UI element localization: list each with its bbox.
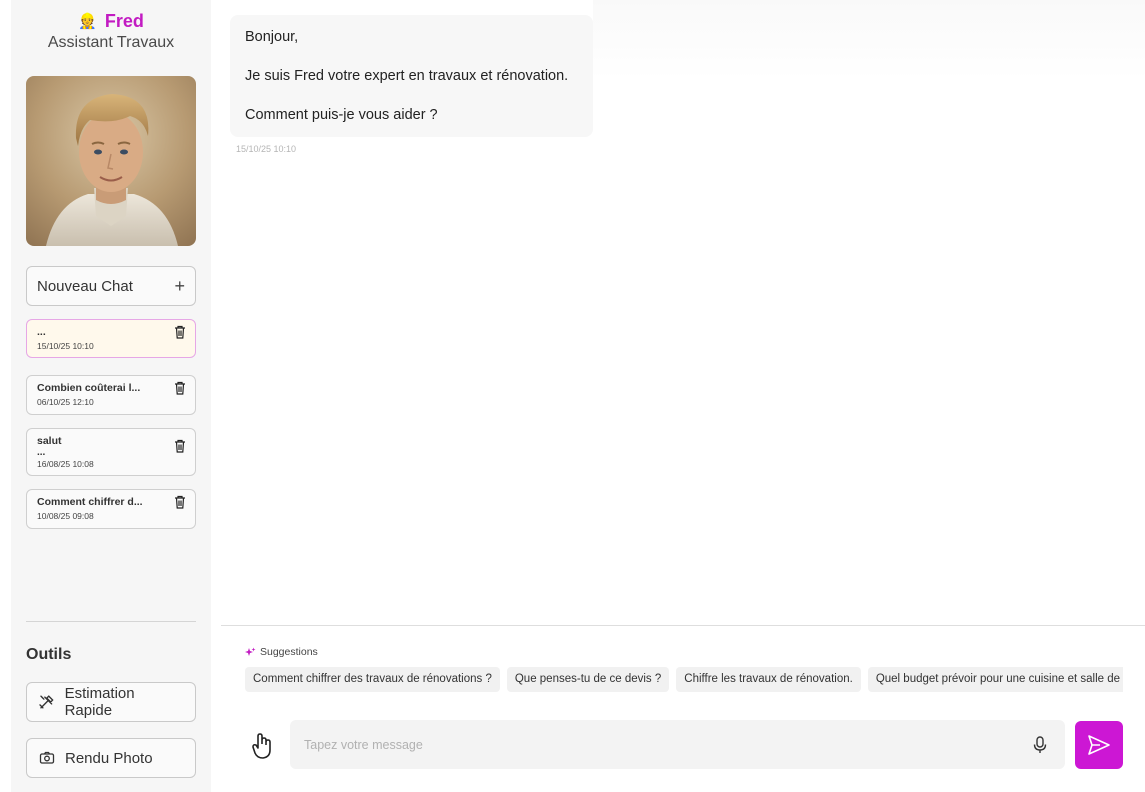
sparkle-icon <box>245 647 256 656</box>
message-timestamp: 15/10/25 10:10 <box>236 144 297 154</box>
message-input-box <box>290 720 1065 769</box>
chat-preview: ... <box>37 447 46 458</box>
rendu-photo-button[interactable]: Rendu Photo <box>26 738 196 778</box>
chat-title: ... <box>37 326 46 338</box>
brand: 👷 Fred Assistant Travaux <box>11 10 211 52</box>
new-chat-label: Nouveau Chat <box>37 277 133 295</box>
plus-icon: + <box>174 276 185 296</box>
chat-main: Bonjour, Je suis Fred votre expert en tr… <box>221 0 1145 792</box>
estimation-rapide-button[interactable]: Estimation Rapide <box>26 682 196 722</box>
camera-icon <box>39 751 55 764</box>
message-line: Je suis Fred votre expert en travaux et … <box>245 68 569 84</box>
chat-title: salut <box>37 435 62 447</box>
avatar <box>26 76 196 246</box>
brand-row: 👷 Fred <box>11 10 211 32</box>
trash-icon[interactable] <box>174 439 186 453</box>
suggestion-chip[interactable]: Chiffre les travaux de rénovation. <box>676 667 861 692</box>
worker-icon: 👷 <box>78 12 97 30</box>
chat-date: 15/10/25 10:10 <box>37 341 94 351</box>
header-shade <box>593 0 1145 80</box>
suggestion-chip[interactable]: Quel budget prévoir pour une cuisine et … <box>867 667 1123 692</box>
tool-label: Rendu Photo <box>65 749 153 767</box>
tools-heading: Outils <box>26 646 72 663</box>
chat-date: 16/08/25 10:08 <box>37 459 94 469</box>
sidebar-divider <box>26 621 196 622</box>
trash-icon[interactable] <box>174 381 186 395</box>
message-input[interactable] <box>304 720 1004 769</box>
new-chat-button[interactable]: Nouveau Chat + <box>26 266 196 306</box>
send-button[interactable] <box>1075 721 1123 769</box>
brand-subtitle: Assistant Travaux <box>47 34 175 51</box>
app: 👷 Fred Assistant Travaux Nouveau Chat + … <box>0 0 1145 792</box>
assistant-message: Bonjour, Je suis Fred votre expert en tr… <box>230 15 593 137</box>
chat-title: Combien coûterai l... <box>37 382 141 394</box>
microphone-icon[interactable] <box>1033 736 1047 754</box>
chat-date: 06/10/25 12:10 <box>37 397 94 407</box>
suggestions-header: Suggestions <box>245 646 318 658</box>
tool-label: Estimation Rapide <box>64 685 135 719</box>
send-icon <box>1088 735 1110 755</box>
suggestions-label: Suggestions <box>260 646 318 658</box>
tools-icon <box>39 695 54 709</box>
trash-icon[interactable] <box>174 325 186 339</box>
chat-title: Comment chiffrer d... <box>37 496 143 508</box>
message-line: Bonjour, <box>245 29 299 45</box>
composer-divider <box>221 625 1145 626</box>
brand-name: Fred <box>104 10 144 31</box>
suggestion-chip[interactable]: Que penses-tu de ce devis ? <box>506 667 670 692</box>
chat-history-item[interactable]: ... 15/10/25 10:10 <box>26 319 196 358</box>
sidebar: 👷 Fred Assistant Travaux Nouveau Chat + … <box>11 0 211 792</box>
avatar-portrait <box>46 94 178 246</box>
chat-history-item[interactable]: Comment chiffrer d... 10/08/25 09:08 <box>26 489 196 529</box>
chat-date: 10/08/25 09:08 <box>37 511 94 521</box>
chat-history-item[interactable]: salut ... 16/08/25 10:08 <box>26 428 196 476</box>
message-line: Comment puis-je vous aider ? <box>245 107 438 123</box>
suggestion-chip[interactable]: Comment chiffrer des travaux de rénovati… <box>245 667 500 692</box>
trash-icon[interactable] <box>174 495 186 509</box>
attach-icon[interactable] <box>250 732 274 760</box>
chat-history-item[interactable]: Combien coûterai l... 06/10/25 12:10 <box>26 375 196 415</box>
suggestion-chips: Comment chiffrer des travaux de rénovati… <box>245 667 1123 692</box>
